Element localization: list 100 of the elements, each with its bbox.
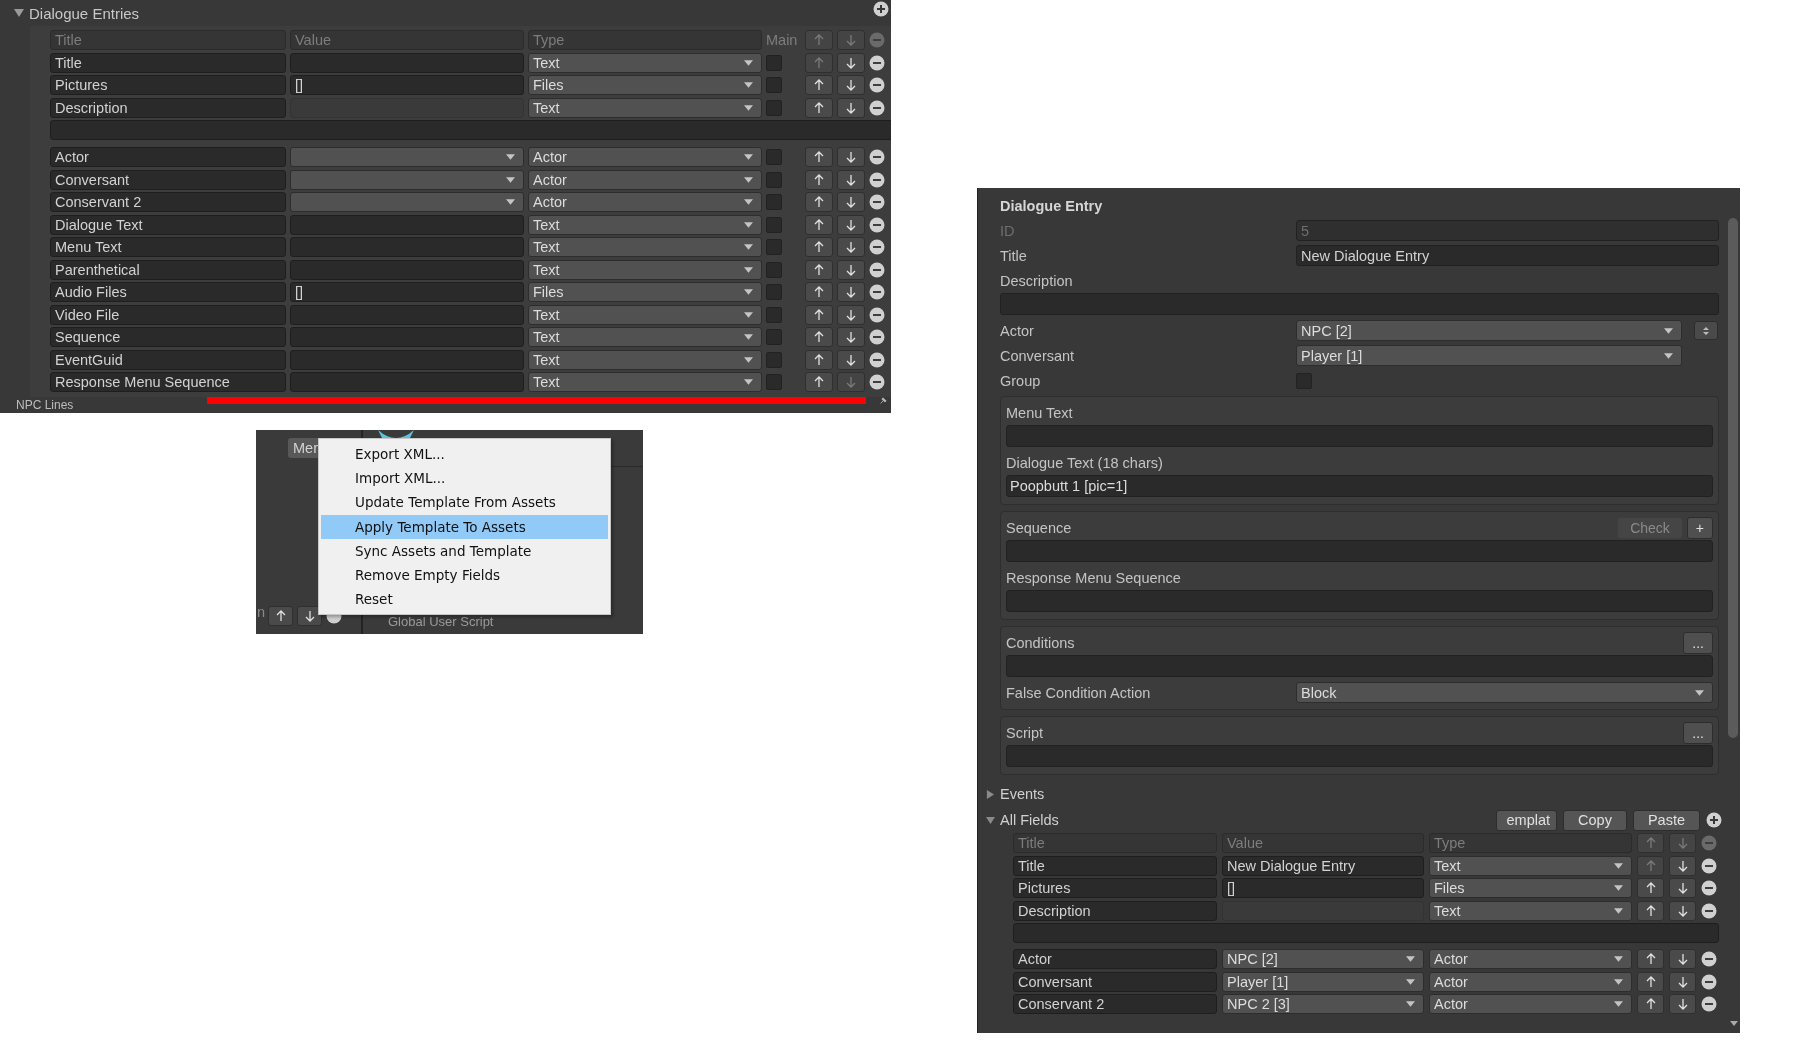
remove-icon[interactable] [1701,880,1717,897]
value-field[interactable] [290,372,524,393]
move-down-button[interactable] [837,259,865,280]
remove-icon[interactable] [869,374,885,391]
field-title[interactable]: Actor [1013,949,1217,970]
field-title[interactable]: Sequence [50,327,286,348]
field-title[interactable]: Conservant 2 [1013,994,1217,1015]
dropdown[interactable]: Player [1] [1296,345,1682,366]
type-dropdown[interactable]: Actor [1429,949,1632,970]
field-title[interactable]: Pictures [1013,878,1217,899]
move-down-button[interactable] [837,97,865,118]
scroll-down-icon[interactable] [1730,1021,1738,1026]
main-checkbox[interactable] [766,99,782,116]
field-title[interactable]: Title [50,52,286,73]
move-up-button[interactable] [1637,900,1664,921]
field-title[interactable]: Response Menu Sequence [50,372,286,393]
remove-icon[interactable] [869,239,885,256]
main-checkbox[interactable] [766,374,782,391]
move-down-button[interactable] [837,192,865,213]
small-button[interactable]: + [1686,516,1713,539]
main-checkbox[interactable] [766,239,782,256]
type-dropdown[interactable]: Text [528,349,762,370]
text-field[interactable]: New Dialogue Entry [1296,245,1719,266]
remove-icon[interactable] [869,216,885,233]
type-dropdown[interactable]: Text [528,327,762,348]
remove-icon[interactable] [869,77,885,94]
field-title[interactable]: Pictures [50,75,286,96]
remove-icon[interactable] [869,351,885,368]
field-title[interactable]: Conservant 2 [50,192,286,213]
move-up-button[interactable] [1637,949,1664,970]
value-field[interactable] [290,52,524,73]
move-up-button[interactable] [805,75,833,96]
foldout-label[interactable]: Events [1000,786,1045,802]
type-dropdown[interactable]: Text [528,372,762,393]
remove-icon[interactable] [869,194,885,211]
type-dropdown[interactable]: Files [528,75,762,96]
menu-item[interactable]: Apply Template To Assets [321,514,608,539]
type-dropdown[interactable]: Text [528,237,762,258]
value-field[interactable] [290,327,524,348]
add-icon[interactable] [1706,812,1722,828]
move-down-button[interactable] [1669,971,1696,992]
type-dropdown[interactable]: Actor [528,147,762,168]
move-down-button[interactable] [1669,878,1696,899]
field-title[interactable]: Description [50,97,286,118]
type-dropdown[interactable]: Text [528,52,762,73]
text-area[interactable]: Poopbutt 1 [pic=1] [1006,475,1713,497]
move-down-button[interactable] [1669,994,1696,1015]
dropdown[interactable]: NPC [2] [1296,320,1682,341]
move-up-button[interactable] [805,372,833,393]
move-down-button[interactable] [1669,855,1696,876]
field-title[interactable]: Parenthetical [50,259,286,280]
type-dropdown[interactable]: Actor [1429,994,1632,1015]
field-title[interactable]: Video File [50,304,286,325]
field-title[interactable]: Menu Text [50,237,286,258]
move-up-button[interactable] [805,282,833,303]
move-down-button[interactable] [837,169,865,190]
type-dropdown[interactable]: Actor [528,192,762,213]
main-checkbox[interactable] [766,329,782,346]
remove-icon[interactable] [1701,973,1717,990]
small-button[interactable]: ... [1683,631,1713,654]
move-up-button[interactable] [805,259,833,280]
main-checkbox[interactable] [766,284,782,301]
type-dropdown[interactable]: Text [528,259,762,280]
main-checkbox[interactable] [766,351,782,368]
value-dropdown[interactable]: NPC 2 [3] [1222,994,1424,1015]
type-dropdown[interactable]: Text [528,304,762,325]
type-dropdown[interactable]: Files [528,282,762,303]
main-checkbox[interactable] [766,306,782,323]
value-field[interactable] [290,214,524,235]
move-down-button[interactable] [1669,949,1696,970]
remove-icon[interactable] [1701,996,1717,1013]
move-up-button[interactable] [805,304,833,325]
main-checkbox[interactable] [766,54,782,71]
remove-icon[interactable] [869,329,885,346]
remove-icon[interactable] [869,99,885,116]
move-up-button[interactable] [805,237,833,258]
main-checkbox[interactable] [766,149,782,166]
remove-icon[interactable] [869,171,885,188]
move-down-button[interactable] [837,214,865,235]
toolbar-button[interactable]: Copy [1563,809,1627,831]
menu-item[interactable]: Export XML... [321,442,608,467]
value-dropdown[interactable]: NPC [2] [1222,949,1424,970]
toolbar-button[interactable]: emplat [1495,809,1558,831]
move-down-button[interactable] [297,606,322,626]
move-down-button[interactable] [837,237,865,258]
type-dropdown[interactable]: Files [1429,878,1632,899]
move-down-button[interactable] [837,327,865,348]
main-checkbox[interactable] [766,77,782,94]
move-down-button[interactable] [837,147,865,168]
move-up-button[interactable] [805,214,833,235]
value-field[interactable] [290,259,524,280]
move-up-button[interactable] [268,606,293,626]
foldout-arrow-icon[interactable] [14,8,24,18]
menu-item[interactable]: Import XML... [321,466,608,491]
field-title[interactable]: EventGuid [50,349,286,370]
foldout-arrow-icon[interactable] [986,789,995,799]
value-field[interactable]: [] [290,75,524,96]
move-down-button[interactable] [837,349,865,370]
value-field[interactable] [290,304,524,325]
move-up-button[interactable] [805,349,833,370]
